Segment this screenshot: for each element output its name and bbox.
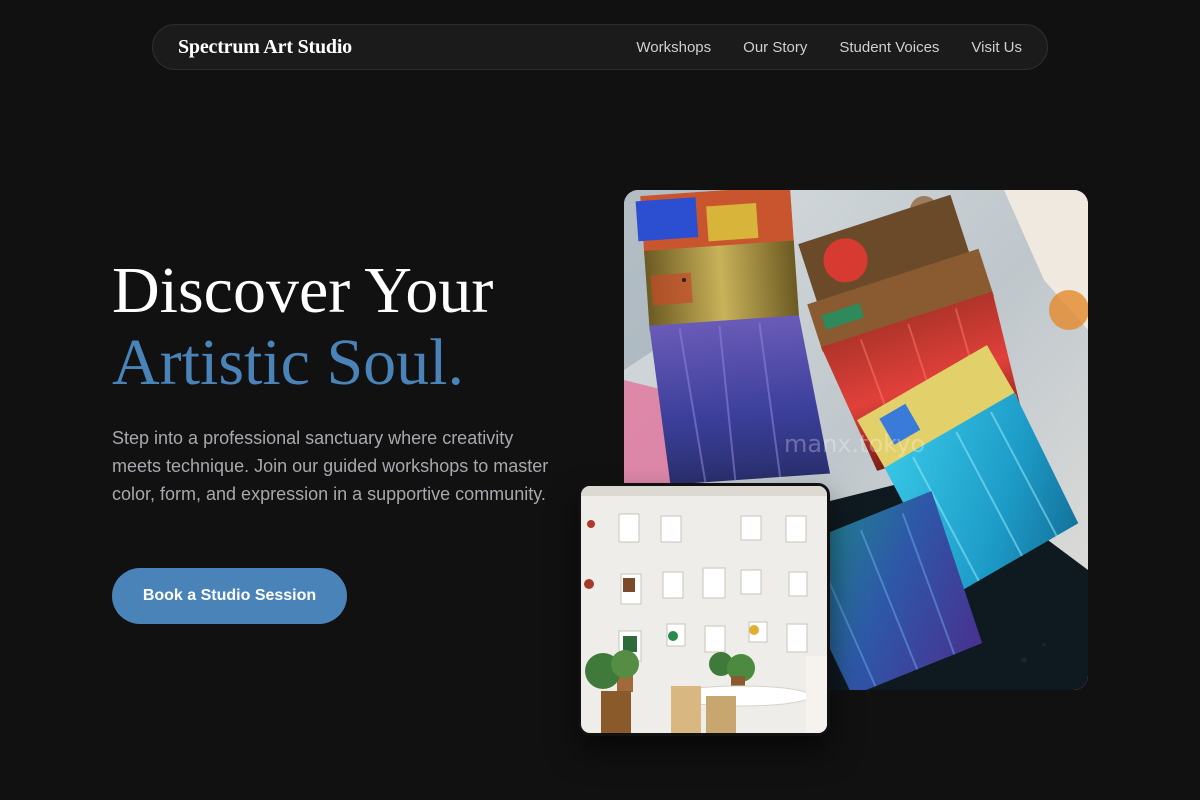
nav-links: Workshops Our Story Student Voices Visit… [636, 39, 1022, 56]
book-session-button[interactable]: Book a Studio Session [112, 568, 347, 624]
nav-link-our-story[interactable]: Our Story [743, 39, 807, 56]
nav-link-visit-us[interactable]: Visit Us [971, 39, 1022, 56]
hero-title-line1: Discover Your [112, 254, 494, 327]
hero-description: Step into a professional sanctuary where… [112, 428, 549, 504]
hero-title: Discover Your Artistic Soul. [112, 255, 493, 399]
watermark-text: manx.tokyo [784, 430, 925, 458]
nav-link-student-voices[interactable]: Student Voices [839, 39, 939, 56]
hero-title-line2: Artistic Soul. [112, 326, 465, 399]
nav-link-workshops[interactable]: Workshops [636, 39, 711, 56]
studio-wall-image [578, 483, 830, 736]
top-navbar: Spectrum Art Studio Workshops Our Story … [152, 24, 1048, 70]
brand-logo[interactable]: Spectrum Art Studio [178, 36, 352, 59]
